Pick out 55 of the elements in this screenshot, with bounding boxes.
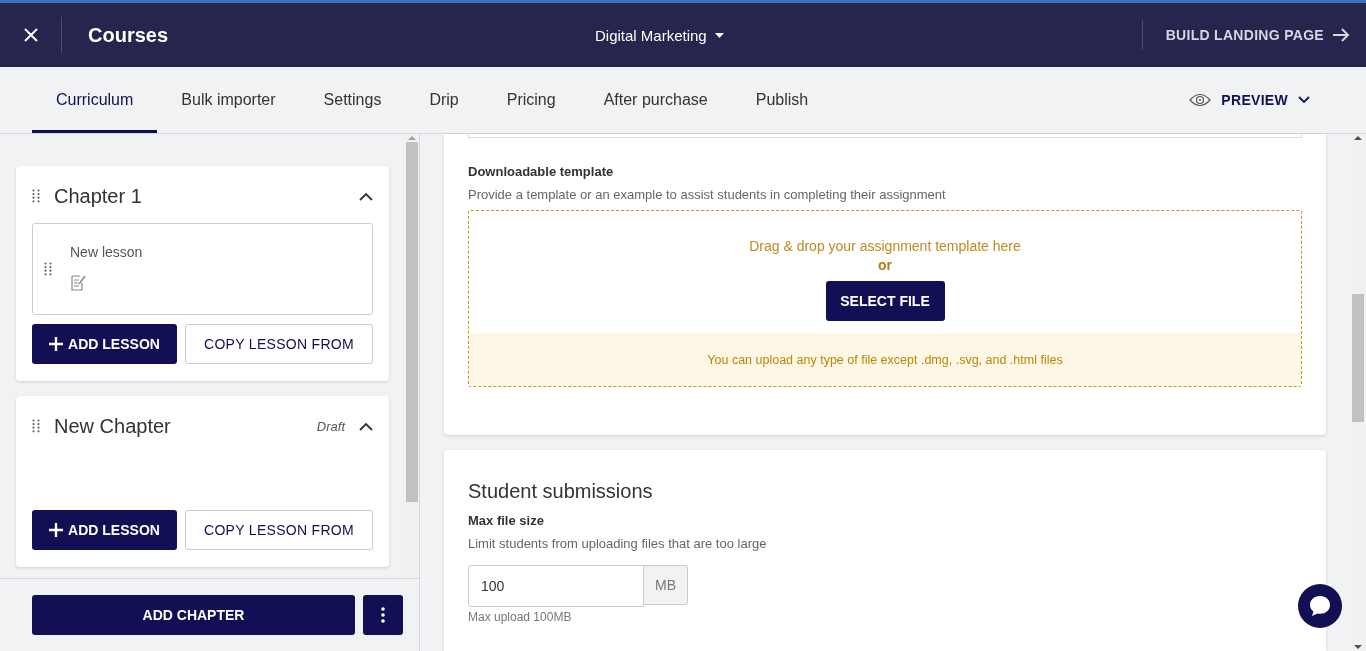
lesson-item[interactable]: New lesson <box>32 223 373 315</box>
file-type-note: You can upload any type of file except .dmg, .svg, and .html files <box>469 333 1301 386</box>
add-chapter-button[interactable]: ADD CHAPTER <box>32 595 355 635</box>
caret-icon <box>714 32 724 38</box>
plus-icon <box>49 337 64 351</box>
tab[interactable]: Settings <box>299 70 406 133</box>
more-vertical-icon <box>381 607 385 623</box>
file-drop-zone[interactable]: Drag & drop your assignment template here or SELECT FILE You can upload any type of file except .dmg, .svg, and .html files <box>468 210 1302 387</box>
chevron-up-icon[interactable] <box>359 421 373 431</box>
scrollbar-thumb[interactable] <box>406 142 418 502</box>
section-title: Student submissions <box>468 480 654 503</box>
tab[interactable]: Publish <box>731 70 833 133</box>
preview-button[interactable]: PREVIEW <box>1183 67 1316 133</box>
drag-handle-icon[interactable] <box>32 419 40 433</box>
copy-lesson-button[interactable]: COPY LESSON FROM <box>185 510 373 550</box>
drag-handle-icon[interactable] <box>44 262 52 276</box>
page-title: Courses <box>88 23 169 47</box>
assignment-icon <box>70 273 86 291</box>
field-help-text: Provide a template or an example to assist students in completing their assignment <box>468 187 947 202</box>
scrollbar-thumb[interactable] <box>1352 294 1364 422</box>
chapter-title: Chapter 1 <box>54 184 143 208</box>
arrow-right-icon <box>1332 28 1350 42</box>
chevron-down-icon <box>1298 96 1310 104</box>
copy-lesson-button[interactable]: COPY LESSON FROM <box>185 324 373 364</box>
max-file-size-input[interactable]: 100 <box>468 565 644 607</box>
tab[interactable]: Bulk importer <box>157 70 300 133</box>
chevron-up-icon[interactable] <box>359 191 373 201</box>
field-label: Max file size <box>468 513 545 528</box>
course-dropdown[interactable]: Digital Marketing <box>595 26 724 44</box>
field-hint: Max upload 100MB <box>468 610 573 624</box>
scroll-down-icon[interactable] <box>1354 643 1362 651</box>
status-label: Draft <box>316 418 345 434</box>
scroll-up-icon[interactable] <box>1354 134 1362 142</box>
tab[interactable]: After purchase <box>579 70 732 133</box>
add-lesson-button[interactable]: ADD LESSON <box>32 324 177 364</box>
field-label: Downloadable template <box>468 164 615 179</box>
tab[interactable]: Curriculum <box>32 70 158 133</box>
add-lesson-button[interactable]: ADD LESSON <box>32 510 177 550</box>
plus-icon <box>49 523 64 537</box>
drop-instruction: Drag & drop your assignment template here <box>749 238 1021 254</box>
close-icon <box>23 28 38 42</box>
unit-label: MB <box>644 565 688 605</box>
field-help-text: Limit students from uploading files that are too large <box>468 536 768 551</box>
lesson-title: New lesson <box>70 243 143 260</box>
tab[interactable]: Drip <box>405 70 483 133</box>
tab[interactable]: Pricing <box>482 70 580 133</box>
drag-handle-icon[interactable] <box>32 189 40 203</box>
build-landing-page-button[interactable]: BUILD LANDING PAGE <box>1141 20 1366 50</box>
or-separator: or <box>878 257 892 273</box>
chat-bubble-icon <box>1308 594 1332 618</box>
chapter-title: New Chapter <box>54 414 172 438</box>
chat-button[interactable] <box>1298 584 1342 628</box>
more-button[interactable] <box>363 595 403 635</box>
select-file-button[interactable]: SELECT FILE <box>825 281 945 321</box>
eye-icon <box>1189 93 1212 107</box>
